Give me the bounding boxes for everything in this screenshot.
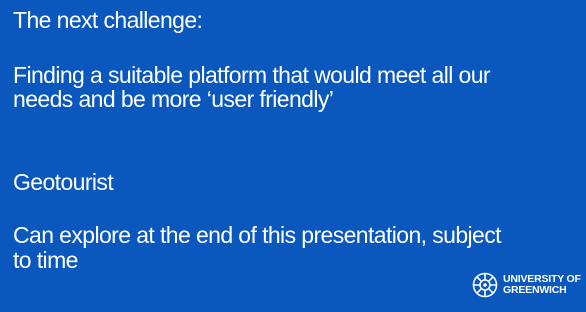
note-line-1: Can explore at the end of this presentat… bbox=[13, 222, 502, 248]
paragraph-line-2: needs and be more ‘user friendly’ bbox=[13, 86, 334, 112]
slide-heading: The next challenge: bbox=[13, 7, 203, 33]
platform-name: Geotourist bbox=[13, 169, 114, 195]
university-logo: UNIVERSITY OF GREENWICH bbox=[471, 270, 581, 300]
logo-line-2: GREENWICH bbox=[503, 284, 567, 296]
paragraph-line-1: Finding a suitable platform that would m… bbox=[13, 62, 491, 88]
university-emblem-icon bbox=[472, 272, 498, 298]
note-line-2: to time bbox=[13, 247, 78, 273]
slide: The next challenge: Finding a suitable p… bbox=[0, 0, 586, 312]
